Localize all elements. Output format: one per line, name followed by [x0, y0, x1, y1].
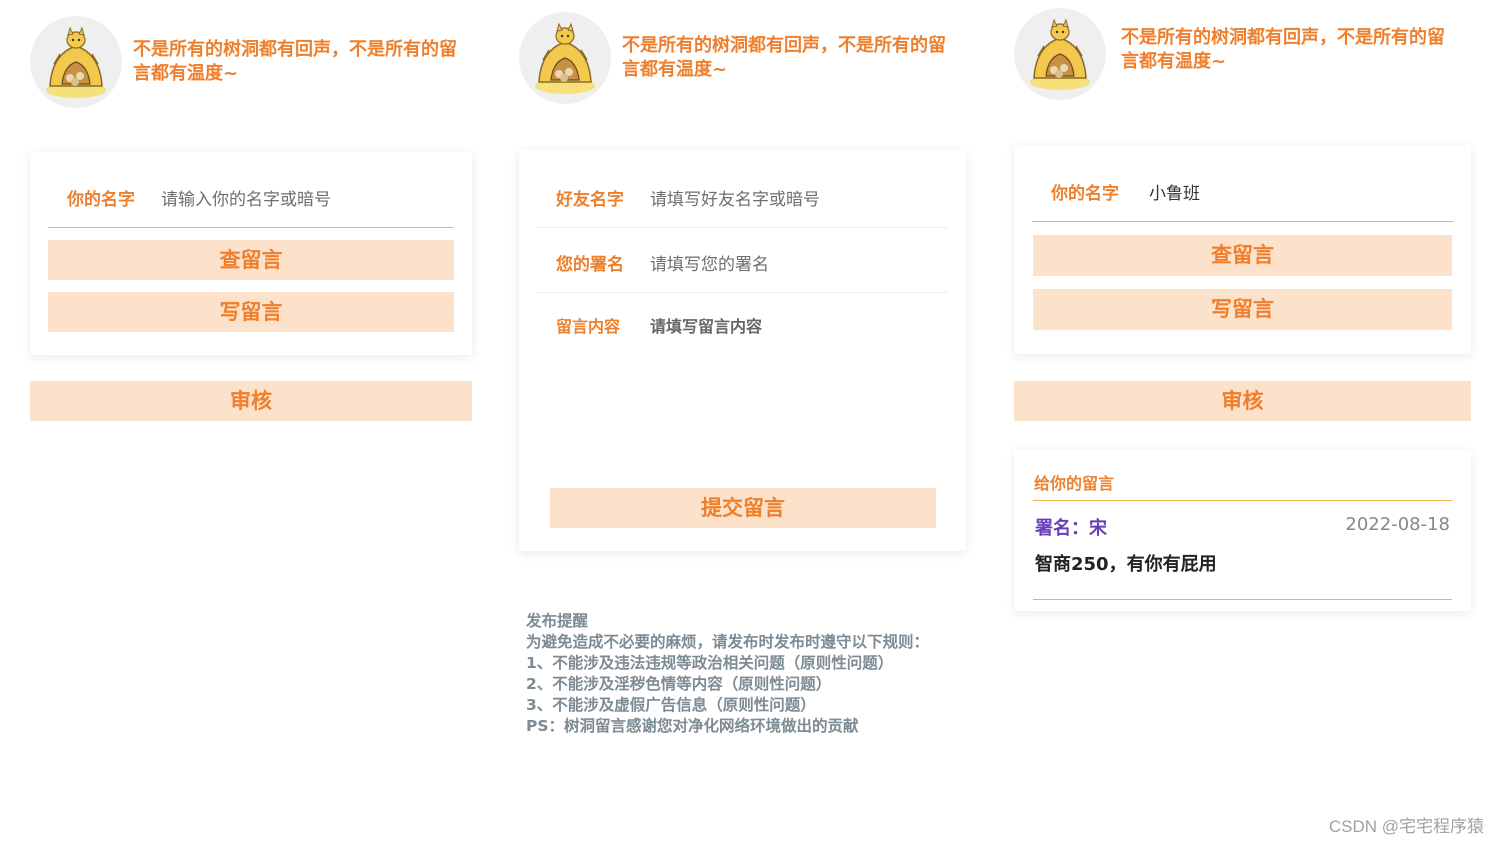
notice-rule: 2、不能涉及淫秽色情等内容（原则性问题） [526, 675, 832, 693]
page-header: 不是所有的树洞都有回声，不是所有的留言都有温度~ [30, 16, 472, 108]
signature-label: 您的署名 [556, 255, 624, 275]
notice-ps: PS：树洞留言感谢您对净化网络环境做出的贡献 [526, 717, 859, 735]
notice-rule: 3、不能涉及虚假广告信息（原则性问题） [526, 696, 816, 714]
avatar [519, 12, 611, 104]
name-input[interactable]: 请输入你的名字或暗号 [161, 185, 331, 210]
tree-hole-mascot-icon [46, 26, 106, 98]
message-date: 2022-08-18 [1345, 514, 1450, 535]
view-messages-button[interactable]: 查留言 [1033, 235, 1452, 276]
notice-title: 发布提醒 [526, 612, 589, 630]
page-header: 不是所有的树洞都有回声，不是所有的留言都有温度~ [1014, 8, 1471, 100]
message-card: 给你的留言 署名：宋 2022-08-18 智商250，有你有屁用 [1014, 450, 1471, 611]
name-field[interactable]: 你的名字 请输入你的名字或暗号 [48, 167, 454, 228]
friend-name-label: 好友名字 [556, 190, 624, 210]
query-card: 你的名字 小鲁班 查留言 写留言 [1014, 145, 1471, 354]
slogan: 不是所有的树洞都有回声，不是所有的留言都有温度~ [1121, 27, 1445, 72]
name-label: 你的名字 [67, 190, 135, 210]
publish-notice: 发布提醒 为避免造成不必要的麻烦，请发布时发布时遵守以下规则： 1、不能涉及违法… [526, 611, 966, 737]
tree-hole-mascot-icon [535, 22, 595, 94]
content-label: 留言内容 [556, 317, 621, 336]
friend-name-field[interactable]: 好友名字 请填写好友名字或暗号 [537, 167, 948, 228]
divider [1033, 500, 1452, 501]
query-card: 你的名字 请输入你的名字或暗号 查留言 写留言 [30, 152, 472, 355]
message-card-title: 给你的留言 [1034, 474, 1115, 493]
divider [1033, 599, 1452, 600]
content-field[interactable]: 留言内容 请填写留言内容 [537, 295, 948, 465]
write-card: 好友名字 请填写好友名字或暗号 您的署名 请填写您的署名 留言内容 请填写留言内… [519, 150, 966, 551]
tree-hole-mascot-icon [1030, 18, 1090, 90]
notice-rule: 1、不能涉及违法违规等政治相关问题（原则性问题） [526, 654, 894, 672]
slogan: 不是所有的树洞都有回声，不是所有的留言都有温度~ [622, 35, 946, 80]
write-message-button[interactable]: 写留言 [48, 292, 454, 332]
review-button[interactable]: 审核 [30, 381, 472, 421]
message-signature: 署名：宋 [1035, 518, 1107, 539]
avatar [30, 16, 122, 108]
signature-input[interactable]: 请填写您的署名 [650, 250, 769, 275]
slogan: 不是所有的树洞都有回声，不是所有的留言都有温度~ [133, 39, 457, 84]
watermark: CSDN @宅宅程序猿 [1328, 817, 1484, 836]
content-textarea[interactable]: 请填写留言内容 [650, 313, 762, 337]
submit-message-button[interactable]: 提交留言 [550, 488, 936, 528]
friend-name-input[interactable]: 请填写好友名字或暗号 [650, 185, 820, 210]
review-button[interactable]: 审核 [1014, 381, 1471, 421]
message-content: 智商250，有你有屁用 [1035, 554, 1217, 575]
view-messages-button[interactable]: 查留言 [48, 240, 454, 280]
name-field[interactable]: 你的名字 小鲁班 [1032, 161, 1453, 222]
name-label: 你的名字 [1051, 184, 1119, 204]
signature-field[interactable]: 您的署名 请填写您的署名 [537, 232, 948, 293]
write-message-button[interactable]: 写留言 [1033, 289, 1452, 330]
avatar [1014, 8, 1106, 100]
name-input[interactable]: 小鲁班 [1149, 179, 1200, 204]
notice-intro: 为避免造成不必要的麻烦，请发布时发布时遵守以下规则： [526, 633, 930, 651]
page-header: 不是所有的树洞都有回声，不是所有的留言都有温度~ [519, 12, 966, 104]
